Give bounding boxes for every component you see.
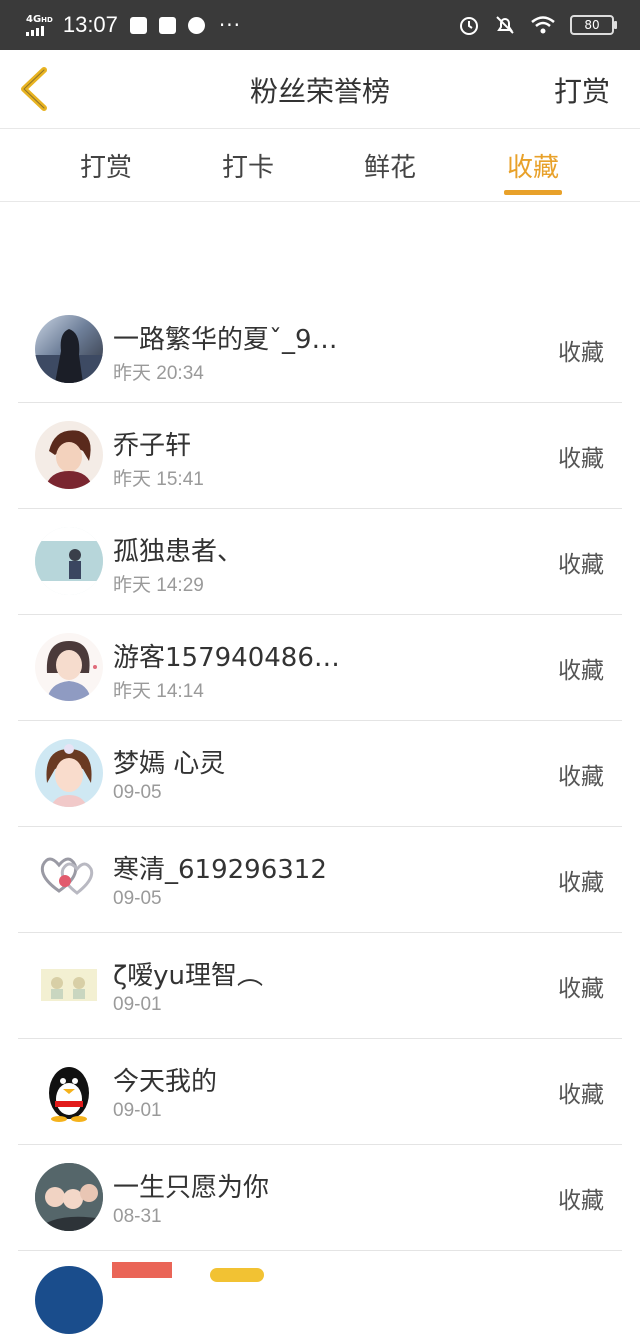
avatar: [35, 315, 103, 383]
nav-bar: 粉丝荣誉榜 打赏: [0, 50, 640, 129]
avatar: [35, 527, 103, 595]
fan-name: 梦嫣 心灵: [113, 749, 226, 779]
action-label: 收藏: [558, 1188, 604, 1214]
action-label: 收藏: [558, 764, 604, 790]
fan-name: 一生只愿为你: [113, 1173, 270, 1203]
avatar: [35, 845, 103, 913]
list-item[interactable]: 一生只愿为你 08-31 收藏: [18, 1145, 622, 1251]
action-label: 收藏: [558, 870, 604, 896]
fan-name: 游客157940486…: [113, 643, 340, 673]
mail-icon: [158, 16, 176, 34]
fan-date: 09-05: [113, 888, 162, 909]
tab-reward[interactable]: 打赏: [66, 147, 146, 184]
list-item[interactable]: 今天我的 09-01 收藏: [18, 1039, 622, 1145]
battery-icon: 80: [570, 15, 617, 35]
fan-date: 09-05: [113, 782, 162, 803]
penguin-icon: [35, 1057, 103, 1125]
tab-checkin[interactable]: 打卡: [208, 147, 288, 184]
active-tab-indicator: [504, 190, 562, 195]
avatar: [35, 1266, 103, 1334]
notification-icon: [129, 16, 147, 34]
network-indicator: 4GHD: [26, 14, 53, 36]
fan-date: 昨天 15:41: [113, 469, 204, 490]
avatar: [35, 633, 103, 701]
app-icon: [187, 16, 205, 34]
alarm-icon: [460, 17, 478, 35]
clock: 13:07: [62, 12, 118, 37]
list-item[interactable]: 梦嫣 心灵 09-05 收藏: [18, 721, 622, 827]
fan-name: 孤独患者、: [113, 537, 244, 567]
action-label: 收藏: [558, 658, 604, 684]
fan-date: 昨天 14:29: [113, 575, 204, 596]
action-label: 收藏: [558, 552, 604, 578]
fan-date: 09-01: [113, 1100, 162, 1121]
fan-name: 一路繁华的夏ˇ_9…: [113, 325, 338, 355]
wifi-icon: [531, 16, 555, 34]
fan-list: 一路繁华的夏ˇ_9… 昨天 20:34 收藏 乔子轩 昨天 15:41 收藏 孤…: [18, 297, 622, 1251]
fan-date: 09-01: [113, 994, 162, 1015]
tab-favorites[interactable]: 收藏: [493, 147, 573, 184]
list-item[interactable]: 乔子轩 昨天 15:41 收藏: [18, 403, 622, 509]
signal-icon: [26, 25, 44, 36]
fan-date: 08-31: [113, 1206, 162, 1227]
action-label: 收藏: [558, 340, 604, 366]
list-item[interactable]: 寒清_619296312 09-05 收藏: [18, 827, 622, 933]
more-notifications-icon: ···: [218, 13, 241, 37]
fan-date: 昨天 20:34: [113, 363, 204, 384]
cut-off-badge: [210, 1268, 264, 1282]
action-label: 收藏: [558, 1082, 604, 1108]
avatar: [35, 421, 103, 489]
list-item[interactable]: ζ嗳yu理智︵ 09-01 收藏: [18, 933, 622, 1039]
reward-button[interactable]: 打赏: [554, 70, 610, 110]
list-item[interactable]: 游客157940486… 昨天 14:14 收藏: [18, 615, 622, 721]
list-item[interactable]: 孤独患者、 昨天 14:29 收藏: [18, 509, 622, 615]
list-item[interactable]: 一路繁华的夏ˇ_9… 昨天 20:34 收藏: [18, 297, 622, 403]
page-title: 粉丝荣誉榜: [249, 75, 390, 108]
tab-flowers[interactable]: 鲜花: [350, 147, 430, 184]
avatar: [35, 739, 103, 807]
action-label: 收藏: [558, 976, 604, 1002]
mute-bell-icon: [496, 16, 514, 34]
status-bar: 4GHD 13:07 ··· 80: [0, 0, 640, 50]
fan-date: 昨天 14:14: [113, 681, 204, 702]
fan-name: ζ嗳yu理智︵: [113, 961, 264, 991]
fan-name: 今天我的: [113, 1067, 218, 1097]
avatar: [35, 951, 103, 1019]
action-label: 收藏: [558, 446, 604, 472]
avatar: [35, 1163, 103, 1231]
fan-name: 乔子轩: [113, 431, 192, 461]
fan-name: 寒清_619296312: [113, 855, 327, 885]
